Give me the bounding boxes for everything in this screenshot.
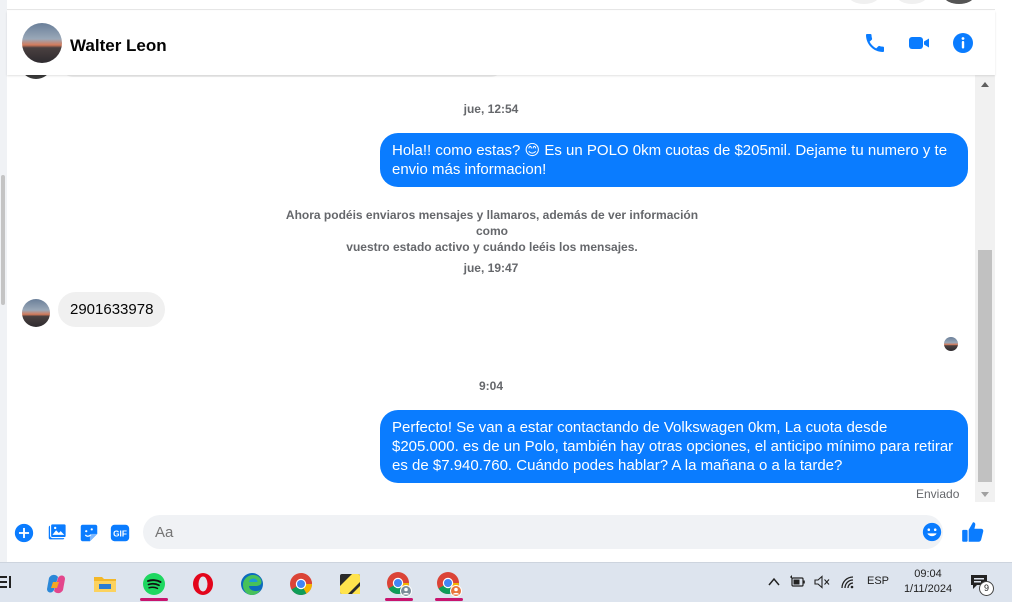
windows-taskbar: ESP 09:04 1/11/2024 9: [0, 562, 1012, 602]
seen-avatar: [944, 337, 958, 351]
timestamp: 9:04: [478, 379, 504, 393]
message-list[interactable]: jue, 12:54 Hola!! como estas? 😊 Es un PO…: [7, 75, 975, 507]
message-input[interactable]: [143, 515, 943, 549]
chrome-profile-1-icon[interactable]: [381, 567, 417, 601]
scroll-down-arrow-icon[interactable]: [981, 492, 989, 497]
left-scroll-thumb[interactable]: [1, 175, 5, 305]
sticky-notes-icon[interactable]: [332, 567, 368, 601]
contact-avatar[interactable]: [22, 23, 62, 63]
chevron-up-icon[interactable]: [768, 577, 780, 587]
partial-avatar: [22, 75, 50, 79]
chrome-icon[interactable]: [283, 567, 319, 601]
wifi-icon[interactable]: [840, 575, 856, 589]
emoji-icon[interactable]: [921, 521, 943, 543]
top-strip: [7, 0, 995, 10]
edge-icon[interactable]: [234, 567, 270, 601]
notification-count-badge: 9: [979, 581, 994, 596]
gif-icon[interactable]: GIF: [109, 522, 131, 544]
outgoing-message[interactable]: Perfecto! Se van a estar contactando de …: [380, 410, 968, 483]
sent-status: Enviado: [916, 487, 960, 501]
partial-top-icon: [849, 0, 879, 4]
file-explorer-icon[interactable]: [87, 567, 123, 601]
thumbs-up-icon[interactable]: [960, 519, 986, 545]
opera-icon[interactable]: [185, 567, 221, 601]
notifications-button[interactable]: 9: [970, 571, 996, 597]
clock-time: 09:04: [914, 568, 942, 580]
scroll-thumb[interactable]: [978, 250, 992, 482]
system-notice-line: Ahora podéis enviaros mensajes y llamaro…: [285, 208, 699, 238]
video-camera-icon[interactable]: [907, 31, 931, 55]
phone-icon[interactable]: [863, 31, 887, 55]
incoming-message[interactable]: 2901633978: [58, 292, 166, 327]
chrome-profile-2-icon[interactable]: [431, 567, 467, 601]
system-clock[interactable]: 09:04 1/11/2024: [896, 567, 960, 597]
gif-icon-label: GIF: [113, 530, 127, 539]
spotify-icon[interactable]: [136, 567, 172, 601]
speaker-muted-icon[interactable]: [814, 575, 830, 589]
widgets-icon[interactable]: [0, 575, 12, 589]
system-notice-line: vuestro estado activo y cuándo leéis los…: [346, 240, 638, 254]
sender-avatar[interactable]: [22, 299, 50, 327]
system-notice: Ahora podéis enviaros mensajes y llamaro…: [277, 207, 707, 255]
copilot-icon[interactable]: [38, 567, 74, 601]
gallery-icon[interactable]: [46, 522, 68, 544]
info-icon[interactable]: [951, 31, 975, 55]
chat-scrollbar[interactable]: [975, 75, 995, 502]
timestamp: jue, 12:54: [463, 102, 519, 116]
battery-icon[interactable]: [790, 575, 806, 589]
timestamp: jue, 19:47: [463, 261, 519, 275]
contact-name[interactable]: Walter Leon: [70, 36, 167, 56]
conversation-header: Walter Leon: [7, 11, 995, 75]
partial-message-bubble: [62, 75, 502, 77]
message-composer: GIF: [7, 507, 995, 557]
clock-date: 1/11/2024: [903, 583, 953, 595]
plus-icon[interactable]: [13, 522, 35, 544]
scroll-up-arrow-icon[interactable]: [981, 82, 989, 87]
left-window-edge: [0, 0, 7, 562]
input-language[interactable]: ESP: [867, 575, 889, 587]
right-window-edge: [995, 0, 1012, 562]
outgoing-message[interactable]: Hola!! como estas? 😊 Es un POLO 0km cuot…: [380, 133, 968, 187]
sticker-icon[interactable]: [78, 522, 100, 544]
partial-top-avatar: [944, 0, 974, 4]
partial-top-icon: [897, 0, 927, 4]
